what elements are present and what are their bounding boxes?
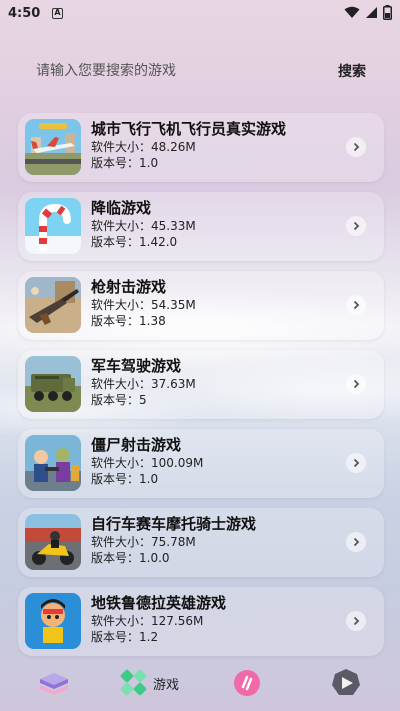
game-info: 降临游戏 软件大小：45.33M 版本号：1.42.0 — [91, 198, 344, 250]
game-title: 军车驾驶游戏 — [91, 357, 182, 375]
game-thumbnail-plane — [25, 119, 81, 175]
game-info: 地铁鲁德拉英雄游戏 软件大小：127.56M 版本号：1.2 — [91, 593, 344, 645]
nav-home[interactable] — [37, 665, 71, 701]
status-time: 4:50 — [8, 6, 41, 21]
game-title: 僵尸射击游戏 — [91, 436, 182, 454]
game-size: 软件大小：45.33M — [91, 219, 196, 233]
status-icons — [344, 5, 392, 20]
chevron-right-icon[interactable] — [346, 453, 366, 473]
game-size: 软件大小：127.56M — [91, 614, 204, 628]
game-list: 城市飞行飞机飞行员真实游戏 软件大小：48.26M 版本号：1.0 降临游戏 软… — [18, 113, 384, 666]
game-version: 版本号：1.0 — [91, 472, 159, 486]
game-info: 自行车赛车摩托骑士游戏 软件大小：75.78M 版本号：1.0.0 — [91, 514, 344, 566]
game-title: 自行车赛车摩托骑士游戏 — [91, 515, 257, 533]
game-info: 军车驾驶游戏 软件大小：37.63M 版本号：5 — [91, 356, 344, 408]
chevron-right-icon[interactable] — [346, 216, 366, 236]
search-button[interactable]: 搜索 — [322, 61, 382, 81]
game-version: 版本号：1.42.0 — [91, 235, 178, 249]
wifi-icon — [344, 6, 360, 18]
play-icon — [332, 669, 360, 695]
game-thumbnail-truck — [25, 356, 81, 412]
chevron-right-icon[interactable] — [346, 137, 366, 157]
chevron-right-icon[interactable] — [346, 295, 366, 315]
chevron-right-icon[interactable] — [346, 611, 366, 631]
game-item-military-truck[interactable]: 军车驾驶游戏 软件大小：37.63M 版本号：5 — [18, 350, 384, 419]
game-info: 枪射击游戏 软件大小：54.35M 版本号：1.38 — [91, 277, 344, 329]
game-thumbnail-gun — [25, 277, 81, 333]
game-size: 软件大小：37.63M — [91, 377, 196, 391]
game-version: 版本号：5 — [91, 393, 147, 407]
game-thumbnail-candy-cane — [25, 198, 81, 254]
game-size: 软件大小：48.26M — [91, 140, 196, 154]
status-bar: 4:50 A — [0, 0, 400, 28]
game-item-gun-shooting[interactable]: 枪射击游戏 软件大小：54.35M 版本号：1.38 — [18, 271, 384, 340]
game-version: 版本号：1.0 — [91, 156, 159, 170]
gamepad-icon — [120, 669, 147, 696]
chevron-right-icon[interactable] — [346, 374, 366, 394]
notification-a-icon: A — [52, 8, 63, 19]
game-title: 降临游戏 — [91, 199, 152, 217]
signal-icon — [366, 7, 377, 18]
game-thumbnail-motorbike — [25, 514, 81, 570]
game-title: 枪射击游戏 — [91, 278, 167, 296]
game-title: 地铁鲁德拉英雄游戏 — [91, 594, 227, 612]
search-bar: 搜索 — [18, 52, 382, 90]
game-title: 城市飞行飞机飞行员真实游戏 — [91, 120, 287, 138]
game-item-city-plane[interactable]: 城市飞行飞机飞行员真实游戏 软件大小：48.26M 版本号：1.0 — [18, 113, 384, 182]
bottom-nav: 游戏 — [0, 655, 400, 711]
game-info: 僵尸射击游戏 软件大小：100.09M 版本号：1.0 — [91, 435, 344, 487]
nav-video[interactable] — [330, 665, 362, 701]
game-item-subway-hero[interactable]: 地铁鲁德拉英雄游戏 软件大小：127.56M 版本号：1.2 — [18, 587, 384, 656]
swap-icon — [234, 670, 260, 696]
chevron-right-icon[interactable] — [346, 532, 366, 552]
battery-icon — [383, 5, 392, 20]
layers-icon — [40, 673, 68, 695]
game-item-advent[interactable]: 降临游戏 软件大小：45.33M 版本号：1.42.0 — [18, 192, 384, 261]
game-size: 软件大小：75.78M — [91, 535, 196, 549]
game-version: 版本号：1.2 — [91, 630, 159, 644]
search-input[interactable] — [18, 52, 322, 90]
nav-games[interactable]: 游戏 — [120, 665, 179, 701]
game-version: 版本号：1.0.0 — [91, 551, 170, 565]
game-size: 软件大小：100.09M — [91, 456, 204, 470]
game-info: 城市飞行飞机飞行员真实游戏 软件大小：48.26M 版本号：1.0 — [91, 119, 344, 171]
nav-games-label: 游戏 — [153, 677, 180, 693]
game-thumbnail-hero — [25, 593, 81, 649]
game-item-bike-racing[interactable]: 自行车赛车摩托骑士游戏 软件大小：75.78M 版本号：1.0.0 — [18, 508, 384, 577]
game-thumbnail-zombie — [25, 435, 81, 491]
game-version: 版本号：1.38 — [91, 314, 166, 328]
game-size: 软件大小：54.35M — [91, 298, 196, 312]
game-item-zombie-shooting[interactable]: 僵尸射击游戏 软件大小：100.09M 版本号：1.0 — [18, 429, 384, 498]
nav-swap[interactable] — [232, 665, 262, 701]
